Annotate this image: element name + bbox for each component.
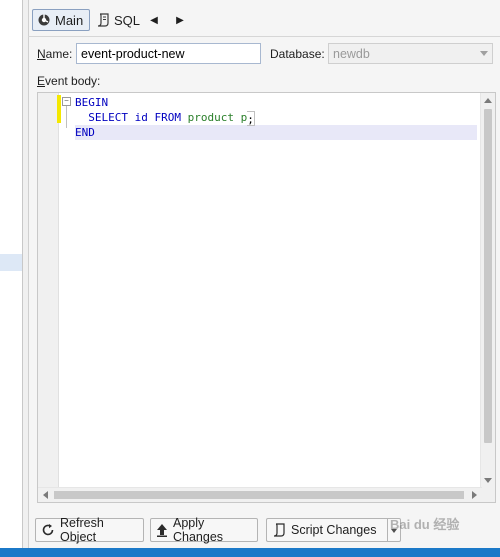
name-field[interactable] [76, 43, 261, 64]
vertical-scrollbar[interactable] [480, 93, 495, 488]
vertical-scroll-thumb[interactable] [484, 109, 492, 443]
main-tab-icon [37, 13, 51, 27]
tab-main[interactable]: Main [32, 9, 90, 31]
tab-main-label: Main [55, 12, 84, 28]
navigator-panel[interactable] [0, 0, 23, 548]
database-select[interactable]: newdb [328, 43, 493, 64]
script-icon [272, 523, 286, 537]
scroll-down-icon[interactable] [484, 478, 492, 483]
database-label: Database: [270, 47, 325, 61]
status-strip [0, 548, 500, 557]
watermark: Bai du 经验 [390, 516, 460, 532]
code-line: BEGIN [75, 96, 109, 109]
apply-changes-button[interactable]: Apply Changes [150, 516, 258, 544]
sql-script-icon [96, 13, 110, 27]
name-label: Name: [37, 47, 73, 61]
script-changes-button[interactable]: Script Changes [266, 518, 387, 542]
next-tab-icon[interactable]: ▶ [172, 9, 188, 31]
prev-tab-icon[interactable]: ◀ [146, 9, 162, 31]
refresh-object-label: Refresh Object [60, 516, 104, 544]
editor-toolbar: Main SQL ◀ ▶ [28, 8, 500, 34]
fold-collapse-icon[interactable]: − [62, 97, 71, 106]
scroll-left-icon[interactable] [43, 491, 48, 499]
code-line: SELECT id FROM product p; [75, 110, 255, 126]
navigator-selected-row[interactable] [0, 254, 22, 271]
change-marker [57, 95, 61, 123]
code-area[interactable]: BEGIN SELECT id FROM product p; END [75, 95, 477, 140]
scroll-corner [481, 488, 495, 502]
horizontal-scrollbar[interactable] [38, 487, 482, 502]
apply-up-arrow-icon [156, 523, 168, 537]
apply-changes-label: Apply Changes [173, 516, 224, 544]
fold-guide [66, 106, 67, 128]
script-changes-label: Script Changes [291, 523, 377, 537]
scroll-right-icon[interactable] [472, 491, 477, 499]
tab-sql-label: SQL [114, 12, 141, 28]
database-select-value: newdb [333, 46, 370, 61]
event-body-editor[interactable]: − BEGIN SELECT id FROM product p; END [37, 92, 496, 503]
horizontal-scroll-thumb[interactable] [54, 491, 464, 499]
event-body-label: Event body: [37, 74, 101, 88]
chevron-down-icon [480, 51, 488, 56]
toolbar-divider [28, 36, 500, 37]
tab-sql[interactable]: SQL [92, 9, 144, 31]
refresh-icon [41, 523, 55, 537]
editor-gutter [38, 93, 59, 502]
scroll-up-icon[interactable] [484, 98, 492, 103]
code-line-current: END [75, 125, 477, 140]
refresh-object-button[interactable]: Refresh Object [35, 516, 144, 544]
